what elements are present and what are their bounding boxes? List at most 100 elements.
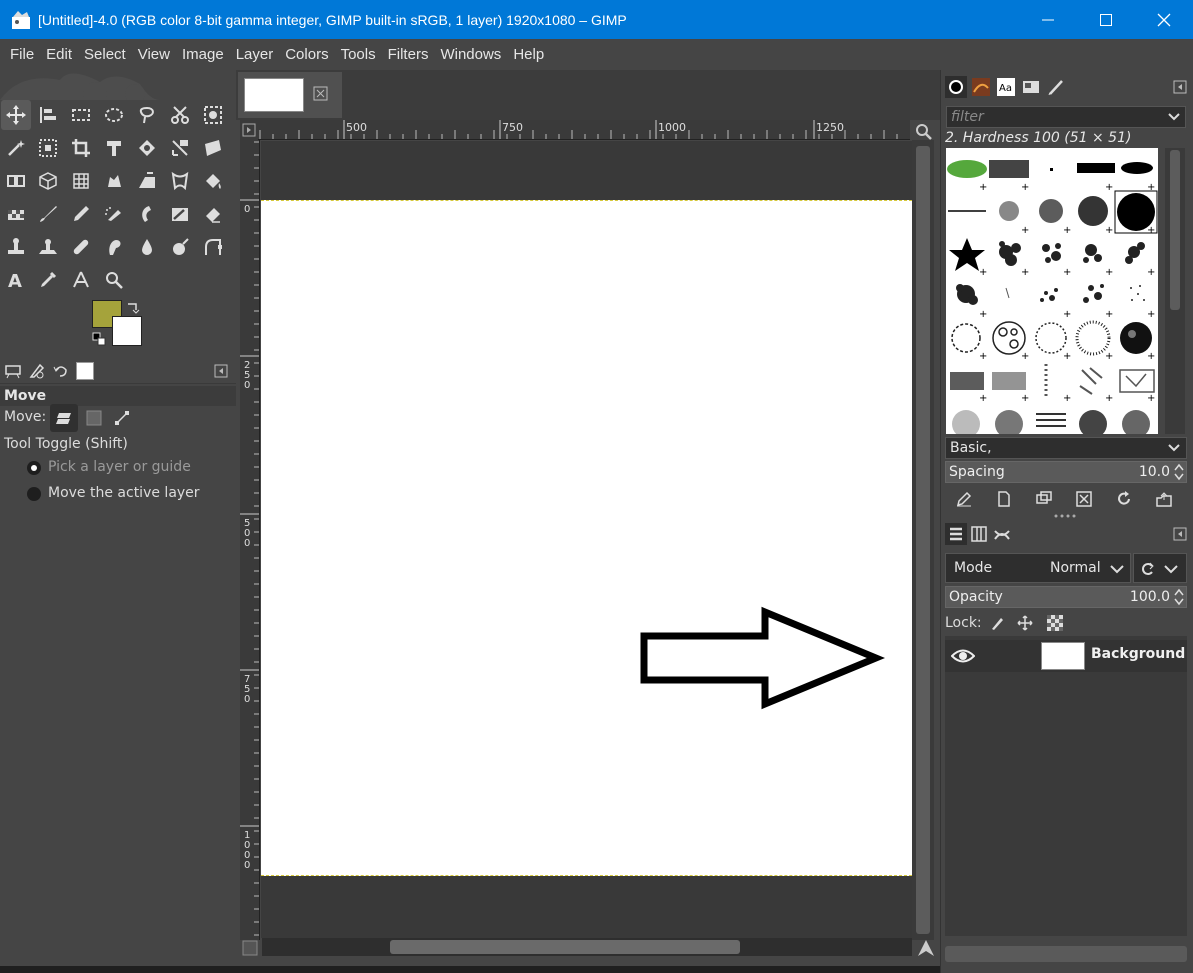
spacing-stepper-icon[interactable] <box>1173 463 1185 481</box>
move-active-layer-radio[interactable] <box>27 487 41 501</box>
select-by-color-tool[interactable] <box>33 133 63 163</box>
tab-paint-dynamics[interactable] <box>1045 76 1067 98</box>
tab-layers[interactable] <box>945 523 967 545</box>
tab-channels[interactable] <box>968 523 990 545</box>
ellipse-select-tool[interactable] <box>99 100 129 130</box>
fuzzy-select-tool[interactable] <box>1 133 31 163</box>
brush-preset-select[interactable]: Basic, <box>945 437 1187 459</box>
lock-pixels-icon[interactable] <box>989 615 1005 631</box>
menu-windows[interactable]: Windows <box>434 46 507 63</box>
horizontal-scroll-thumb[interactable] <box>390 940 740 954</box>
chevron-down-icon[interactable] <box>1167 110 1181 124</box>
zoom-tool[interactable] <box>99 265 129 295</box>
move-layer-mode-button[interactable] <box>50 404 78 432</box>
vertical-ruler[interactable]: 0 2 5 0 5 0 0 7 5 0 1 0 0 0 <box>240 140 260 940</box>
cage-transform-tool[interactable] <box>1 166 31 196</box>
paths-tool[interactable] <box>198 232 228 262</box>
tab-tool-options[interactable] <box>2 360 24 382</box>
menu-view[interactable]: View <box>132 46 176 63</box>
navigate-icon[interactable] <box>916 938 936 958</box>
brush-grid-scrollbar[interactable] <box>1165 148 1185 434</box>
duplicate-brush-icon[interactable] <box>1035 490 1053 508</box>
spacing-spinner[interactable]: Spacing 10.0 <box>945 461 1187 483</box>
horizontal-ruler[interactable]: 500 750 1000 1250 <box>258 120 910 140</box>
handle-transform-tool[interactable] <box>99 166 129 196</box>
heal-tool[interactable] <box>66 232 96 262</box>
maximize-button[interactable] <box>1077 0 1135 39</box>
tab-paths[interactable] <box>991 523 1013 545</box>
menu-filters[interactable]: Filters <box>382 46 435 63</box>
tab-patterns[interactable] <box>970 76 992 98</box>
blur-tool[interactable] <box>132 232 162 262</box>
3d-transform-tool[interactable] <box>33 166 63 196</box>
foreground-select-tool[interactable] <box>198 100 228 130</box>
refresh-brushes-icon[interactable] <box>1115 490 1133 508</box>
perspective-tool[interactable] <box>198 133 228 163</box>
brush-filter-input[interactable]: filter <box>946 106 1186 128</box>
menu-colors[interactable]: Colors <box>279 46 334 63</box>
brush-scroll-thumb[interactable] <box>1170 150 1180 310</box>
configure-layers-tab-icon[interactable] <box>1173 527 1187 541</box>
tab-images[interactable] <box>74 360 96 382</box>
close-button[interactable] <box>1135 0 1193 39</box>
tab-brushes[interactable] <box>945 76 967 98</box>
default-colors-icon[interactable] <box>92 332 106 346</box>
layer-composite-select[interactable] <box>1133 553 1187 583</box>
bucket-fill-tool[interactable] <box>198 166 228 196</box>
curve-bend-tool[interactable] <box>165 166 195 196</box>
pane-resize-handle[interactable] <box>1053 513 1079 519</box>
configure-brushes-tab-icon[interactable] <box>1173 80 1187 94</box>
new-brush-icon[interactable] <box>995 490 1013 508</box>
smudge-tool[interactable] <box>99 232 129 262</box>
quick-mask-toggle[interactable] <box>240 120 258 140</box>
eye-icon[interactable] <box>951 647 975 665</box>
lock-position-icon[interactable] <box>1017 615 1033 631</box>
color-picker-tool[interactable] <box>33 265 63 295</box>
menu-select[interactable]: Select <box>78 46 132 63</box>
layer-row[interactable]: Background <box>945 640 1187 672</box>
menu-image[interactable]: Image <box>176 46 230 63</box>
ink-tool[interactable] <box>132 199 162 229</box>
menu-tools[interactable]: Tools <box>335 46 382 63</box>
mypaint-brush-tool[interactable] <box>1 199 31 229</box>
clone-tool[interactable] <box>1 232 31 262</box>
open-brush-as-image-icon[interactable] <box>1155 490 1173 508</box>
image-canvas[interactable] <box>261 200 912 876</box>
tab-device-status[interactable] <box>26 360 48 382</box>
brush-grid[interactable]: + + + + + + + + + + + + + + + + + + + + + + + + + + + <box>946 148 1158 434</box>
menu-layer[interactable]: Layer <box>230 46 280 63</box>
warp-transform-tool[interactable] <box>132 133 162 163</box>
tab-close-icon[interactable] <box>313 86 329 102</box>
delete-brush-icon[interactable] <box>1075 490 1093 508</box>
image-tab[interactable] <box>238 72 342 118</box>
grid-transform-tool[interactable] <box>66 166 96 196</box>
preset-chevron-down-icon[interactable] <box>1167 441 1181 455</box>
pick-layer-radio[interactable] <box>27 461 41 475</box>
free-select-tool[interactable] <box>132 100 162 130</box>
move-selection-mode-button[interactable] <box>82 404 106 432</box>
dock-horizontal-scrollbar[interactable] <box>945 946 1187 962</box>
eraser-tool[interactable] <box>198 199 228 229</box>
tab-fonts[interactable]: Aa <box>995 76 1017 98</box>
canvas-vertical-scrollbar[interactable] <box>912 140 934 940</box>
dodge-burn-tool[interactable] <box>165 232 195 262</box>
measure-tool[interactable] <box>66 265 96 295</box>
canvas-horizontal-scrollbar[interactable] <box>262 938 912 956</box>
menu-file[interactable]: File <box>4 46 40 63</box>
move-tool[interactable] <box>1 100 31 130</box>
unified-transform-tool[interactable] <box>99 133 129 163</box>
minimize-button[interactable] <box>1019 0 1077 39</box>
text-tool[interactable]: A <box>1 265 31 295</box>
zoom-image-icon[interactable] <box>914 122 932 140</box>
pencil-tool[interactable] <box>66 199 96 229</box>
layer-opacity-spinner[interactable]: Opacity 100.0 <box>945 586 1187 608</box>
configure-tab-icon[interactable] <box>214 364 228 378</box>
edit-brush-icon[interactable] <box>955 490 973 508</box>
airbrush-tool[interactable] <box>99 199 129 229</box>
swap-colors-icon[interactable] <box>126 300 140 314</box>
background-color-swatch[interactable] <box>112 316 142 346</box>
menu-edit[interactable]: Edit <box>40 46 78 63</box>
menu-help[interactable]: Help <box>507 46 550 63</box>
perspective-clone-tool[interactable] <box>33 232 63 262</box>
shear-tool[interactable] <box>132 166 162 196</box>
